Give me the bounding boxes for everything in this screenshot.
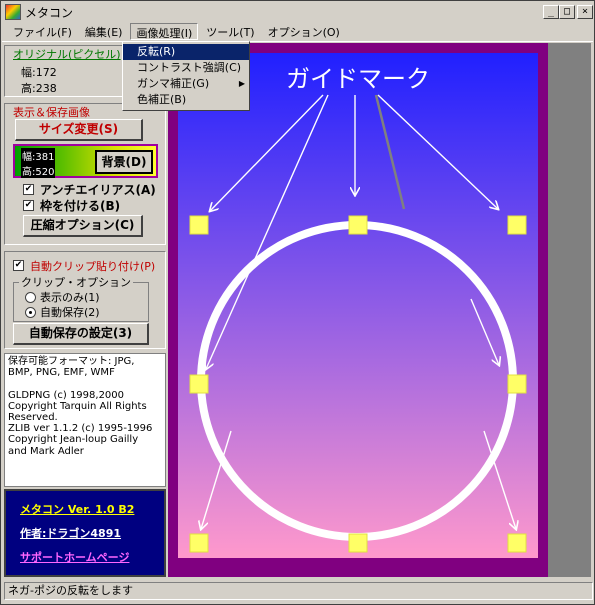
original-height: 高:238: [21, 82, 57, 95]
app-window: メタコン _ □ × ファイル(F) 編集(E) 画像処理(I) ツール(T) …: [0, 0, 595, 605]
menu-item-contrast[interactable]: コントラスト強調(C): [123, 60, 249, 76]
display-height: 高:520: [21, 163, 56, 178]
autosave-label[interactable]: 自動保存(2): [40, 304, 100, 320]
title-bar: メタコン _ □ ×: [2, 2, 593, 22]
image-processing-dropdown: 反転(R) コントラスト強調(C) ガンマ補正(G) ▶ 色補正(B): [122, 41, 250, 111]
background-button[interactable]: 背景(D): [95, 150, 153, 174]
about-line: and Mark Adler: [8, 445, 84, 457]
about-line: ZLIB ver 1.1.2 (c) 1995-1996: [8, 423, 153, 435]
about-line: 保存可能フォーマット: JPG,: [8, 356, 135, 367]
submenu-arrow-icon: ▶: [238, 79, 245, 88]
preview-image: [178, 53, 538, 558]
clip-options-group-label: クリップ・オプション: [19, 274, 133, 290]
close-icon: ×: [581, 6, 589, 17]
close-button[interactable]: ×: [577, 5, 593, 19]
menu-bar: ファイル(F) 編集(E) 画像処理(I) ツール(T) オプション(O): [2, 22, 593, 42]
guide-marker: [189, 374, 209, 394]
auto-paste-label[interactable]: 自動クリップ貼り付け(P): [30, 258, 155, 274]
original-width: 幅:172: [21, 66, 57, 79]
frame-checkbox[interactable]: ✔: [23, 200, 34, 211]
minimize-icon: _: [547, 6, 555, 17]
guide-marker: [507, 374, 527, 394]
checkmark-icon: ✔: [24, 200, 33, 210]
about-text-box: 保存可能フォーマット: JPG, BMP, PNG, EMF, WMF GLDP…: [4, 353, 166, 487]
menu-image-processing[interactable]: 画像処理(I): [130, 23, 199, 40]
about-line: Copyright Jean-loup Gailly: [8, 434, 139, 446]
autosave-radio[interactable]: [25, 307, 36, 318]
canvas-svg: ガイドマーク: [168, 43, 591, 577]
about-line: [8, 378, 162, 389]
support-homepage-link[interactable]: サポートホームページ: [20, 549, 129, 565]
about-line: Copyright Tarquin All Rights: [8, 400, 147, 412]
guide-label: ガイドマーク: [286, 65, 430, 93]
about-line: BMP, PNG, EMF, WMF: [8, 367, 115, 379]
frame-label[interactable]: 枠を付ける(B): [40, 197, 120, 214]
promo-box: メタコン Ver. 1.0 B2 作者:ドラゴン4891 サポートホームページ: [4, 489, 166, 577]
antialias-label[interactable]: アンチエイリアス(A): [40, 181, 156, 198]
antialias-checkbox[interactable]: ✔: [23, 184, 34, 195]
minimize-button[interactable]: _: [543, 5, 559, 19]
maximize-icon: □: [563, 6, 571, 17]
autosave-settings-button[interactable]: 自動保存の設定(3): [13, 323, 149, 345]
window-title: メタコン: [25, 5, 74, 20]
status-bar: ネガ-ポジの反転をします: [2, 581, 593, 601]
auto-paste-checkbox[interactable]: ✔: [13, 260, 24, 271]
menu-item-invert[interactable]: 反転(R): [123, 44, 249, 60]
menu-item-gamma[interactable]: ガンマ補正(G) ▶: [123, 76, 249, 92]
checkmark-icon: ✔: [24, 184, 33, 194]
original-header: オリジナル(ピクセル): [13, 48, 121, 61]
menu-edit[interactable]: 編集(E): [80, 23, 128, 40]
guide-marker: [189, 215, 209, 235]
menu-item-gamma-label: ガンマ補正(G): [137, 77, 210, 90]
app-icon[interactable]: [5, 4, 21, 20]
menu-tools[interactable]: ツール(T): [201, 23, 259, 40]
menu-options[interactable]: オプション(O): [263, 23, 345, 40]
guide-marker: [348, 533, 368, 553]
display-header: 表示＆保存画像: [13, 106, 90, 119]
guide-marker: [189, 533, 209, 553]
maximize-button[interactable]: □: [559, 5, 575, 19]
canvas-area[interactable]: ガイドマーク: [168, 43, 591, 577]
version-link[interactable]: メタコン Ver. 1.0 B2: [20, 501, 134, 517]
guide-marker: [348, 215, 368, 235]
about-line: GLDPNG (c) 1998,2000: [8, 389, 125, 401]
display-only-radio[interactable]: [25, 292, 36, 303]
guide-marker: [507, 533, 527, 553]
resize-button[interactable]: サイズ変更(S): [15, 119, 143, 141]
author-link[interactable]: 作者:ドラゴン4891: [20, 525, 121, 541]
compress-options-button[interactable]: 圧縮オプション(C): [23, 215, 143, 237]
guide-marker: [507, 215, 527, 235]
about-line: Reserved.: [8, 412, 58, 424]
status-text: ネガ-ポジの反転をします: [4, 582, 593, 600]
menu-file[interactable]: ファイル(F): [8, 23, 77, 40]
menu-item-color[interactable]: 色補正(B): [123, 92, 249, 108]
display-only-label[interactable]: 表示のみ(1): [40, 289, 100, 305]
checkmark-icon: ✔: [14, 260, 23, 270]
display-width: 幅:381: [21, 148, 56, 163]
